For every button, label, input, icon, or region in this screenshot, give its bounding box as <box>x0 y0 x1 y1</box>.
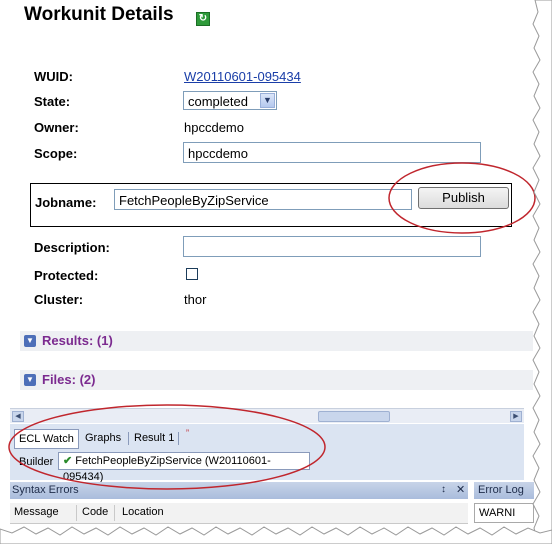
torn-edge-bottom <box>0 526 552 544</box>
torn-edge-frame <box>0 0 552 544</box>
torn-edge-right <box>532 0 552 544</box>
